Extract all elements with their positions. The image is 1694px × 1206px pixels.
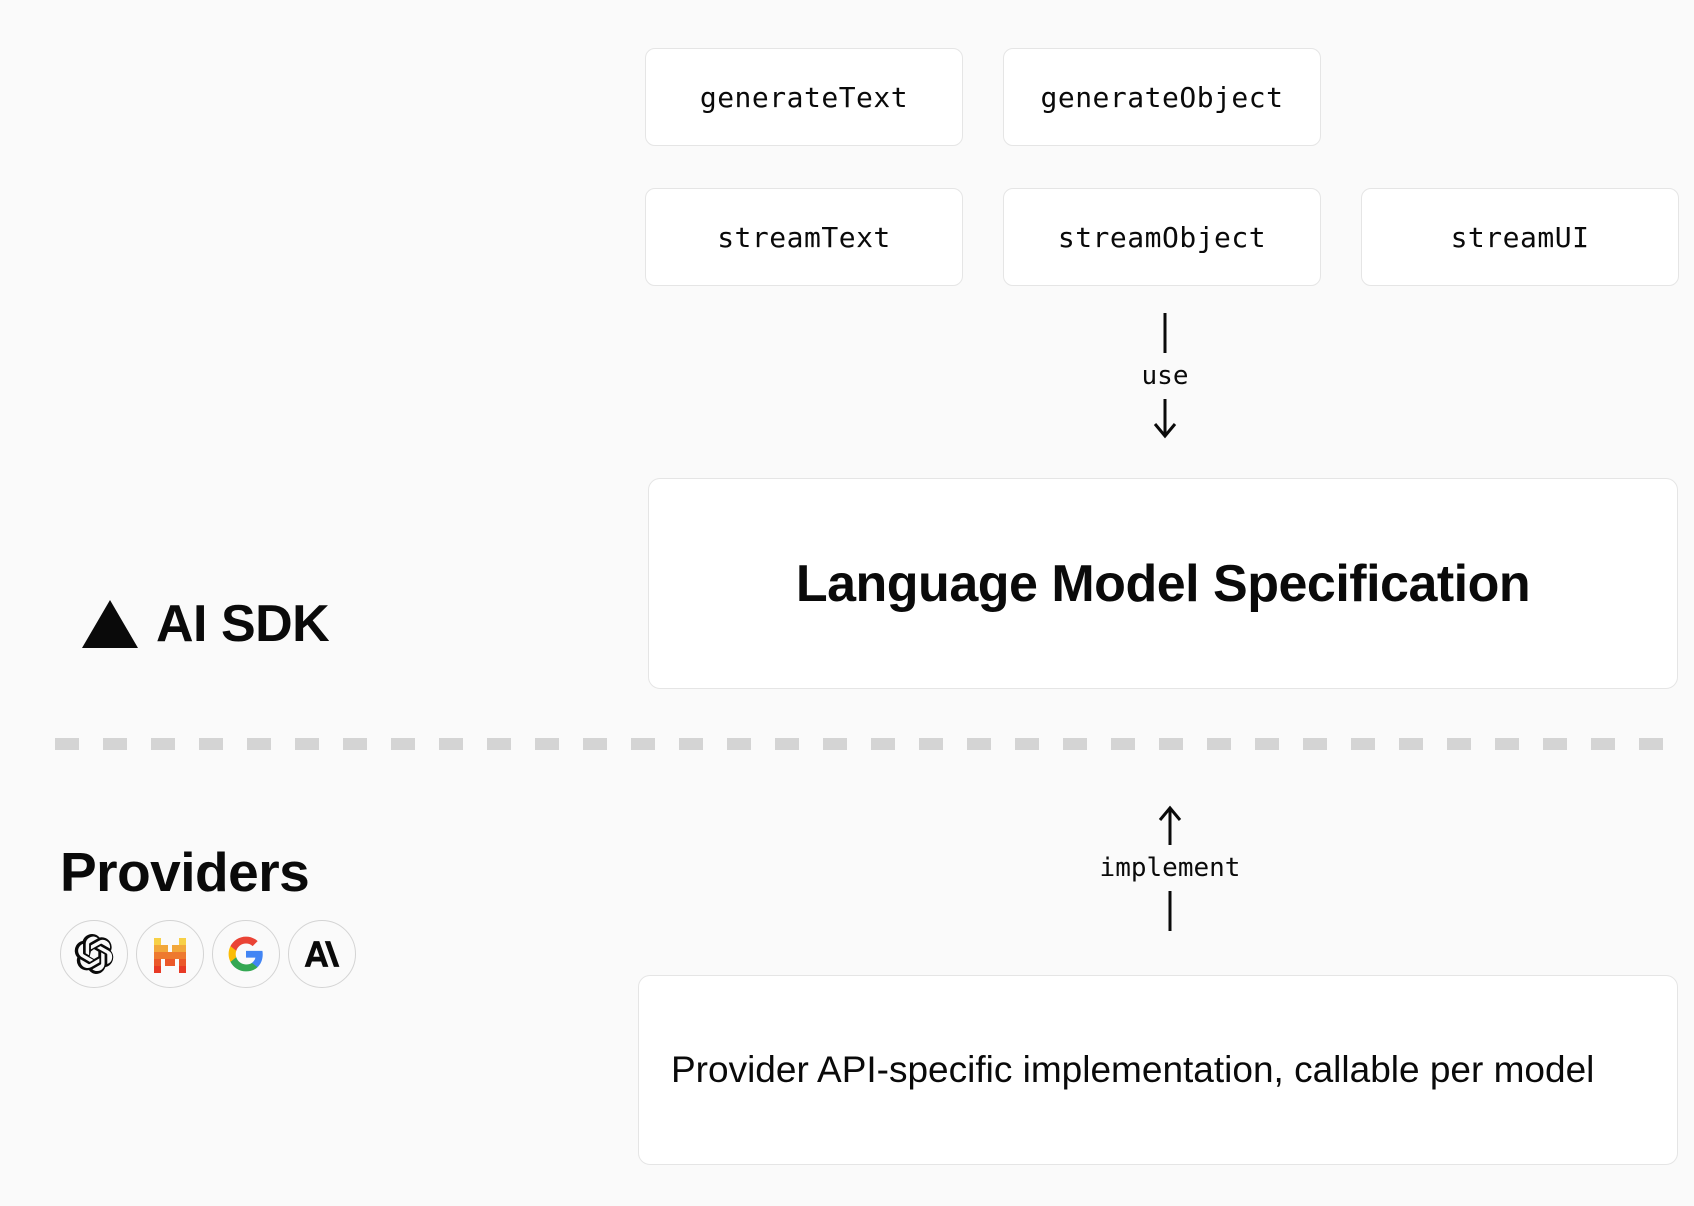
- implementation-box: Provider API-specific implementation, ca…: [638, 975, 1678, 1165]
- implementation-description: Provider API-specific implementation, ca…: [671, 1042, 1594, 1098]
- arrow-line-icon: [1150, 313, 1180, 353]
- vercel-triangle-icon: [82, 600, 138, 648]
- providers-heading: Providers: [60, 840, 356, 904]
- google-icon: [212, 920, 280, 988]
- api-function-label: generateObject: [1040, 81, 1283, 114]
- api-function-generateObject: generateObject: [1003, 48, 1321, 146]
- arrow-up-icon: [1155, 805, 1185, 845]
- mistral-icon: [136, 920, 204, 988]
- arrow-use: use: [1145, 313, 1185, 439]
- arrow-use-label: use: [1142, 361, 1189, 391]
- api-function-generateText: generateText: [645, 48, 963, 146]
- api-function-label: streamObject: [1058, 221, 1266, 254]
- arrow-line-icon: [1155, 891, 1185, 931]
- sdk-brand-text: AI SDK: [156, 594, 329, 654]
- anthropic-icon: [288, 920, 356, 988]
- diagram-container: generateText generateObject streamText s…: [0, 0, 1694, 1206]
- api-function-streamObject: streamObject: [1003, 188, 1321, 286]
- providers-section: Providers: [60, 840, 356, 988]
- spec-box: Language Model Specification: [648, 478, 1678, 689]
- api-function-label: streamUI: [1451, 221, 1590, 254]
- arrow-implement: implement: [1080, 805, 1260, 931]
- openai-icon: [60, 920, 128, 988]
- arrow-implement-label: implement: [1100, 853, 1241, 883]
- provider-icons-row: [60, 920, 356, 988]
- api-function-label: generateText: [700, 81, 908, 114]
- section-divider: [55, 738, 1675, 750]
- spec-title: Language Model Specification: [796, 554, 1530, 614]
- arrow-down-icon: [1150, 399, 1180, 439]
- api-function-label: streamText: [717, 221, 891, 254]
- sdk-brand: AI SDK: [82, 594, 329, 654]
- api-function-streamText: streamText: [645, 188, 963, 286]
- api-function-streamUI: streamUI: [1361, 188, 1679, 286]
